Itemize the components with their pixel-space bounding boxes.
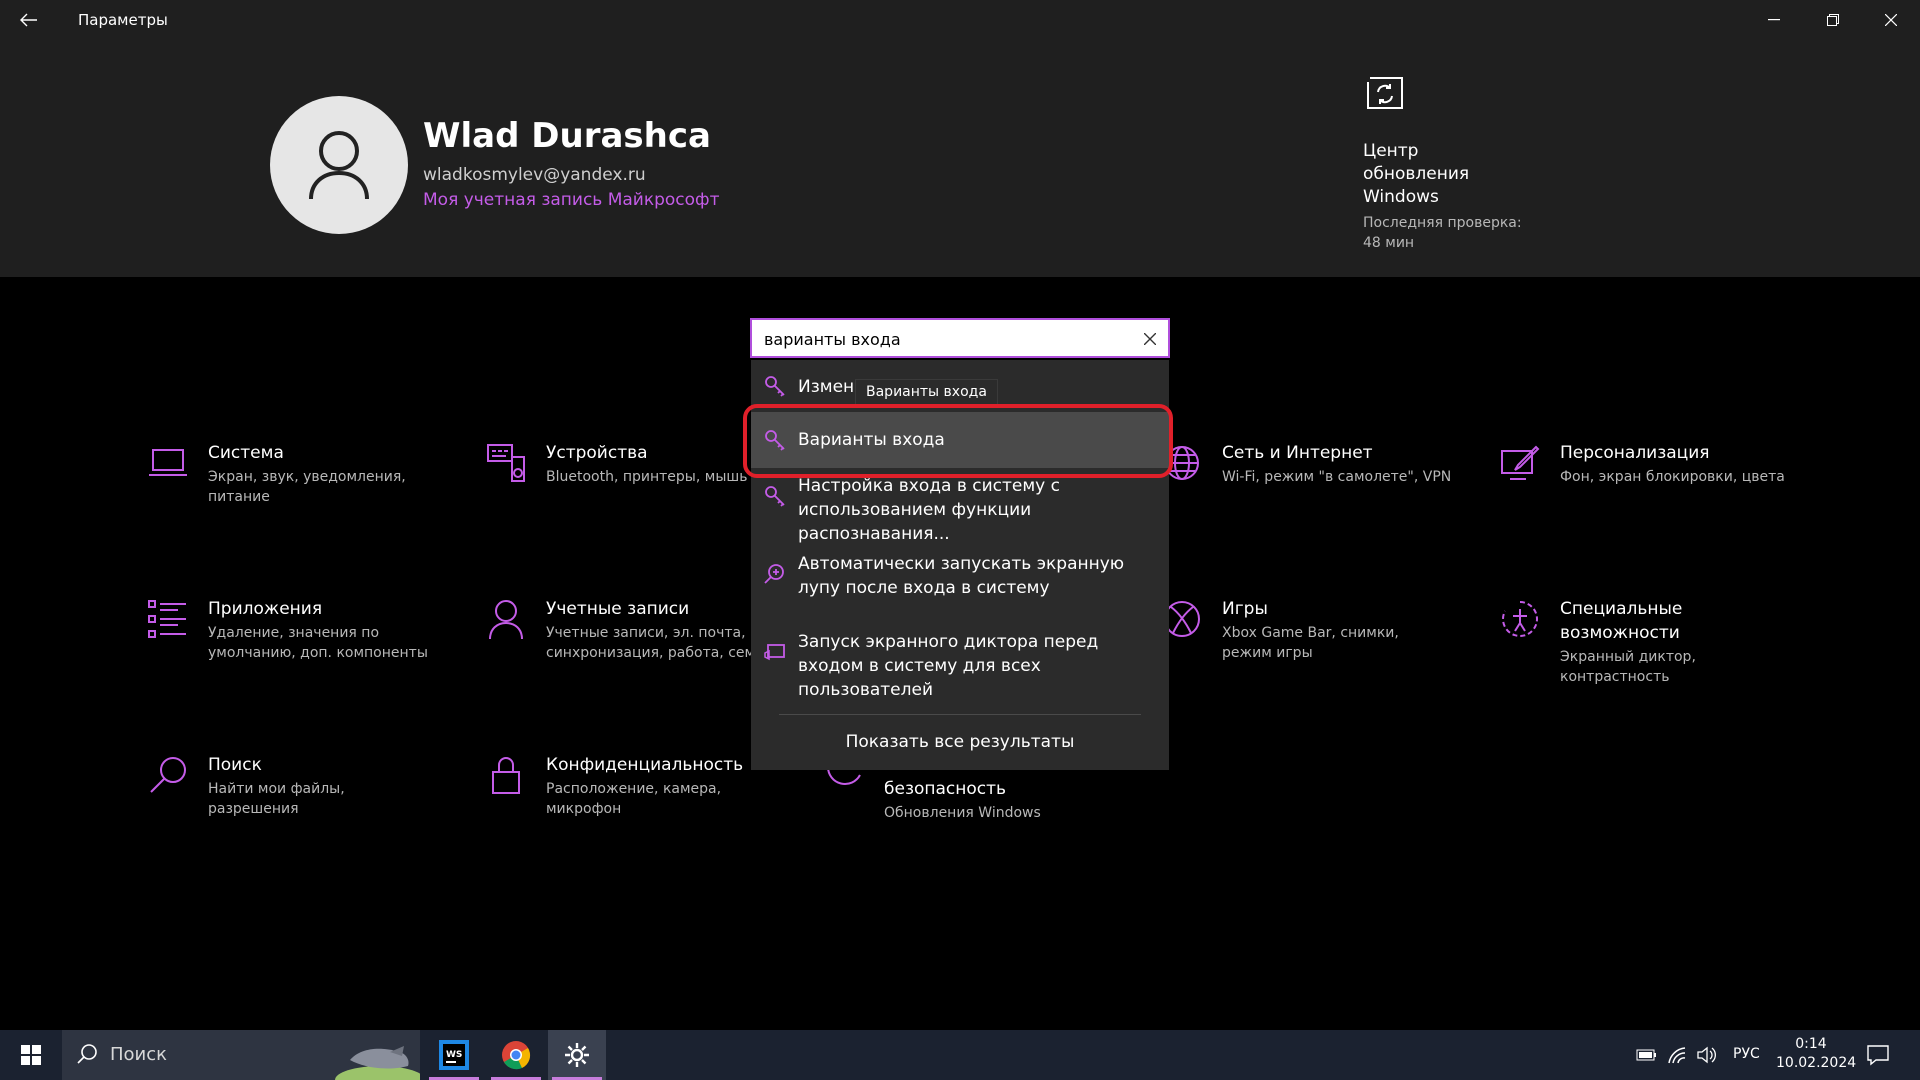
- clock-time: 0:14: [1795, 1036, 1827, 1052]
- taskbar-settings[interactable]: [548, 1030, 606, 1080]
- suggestion-text: Автоматически запускать экранную лупу по…: [798, 554, 1125, 598]
- tile-desc: Wi-Fi, режим "в самолете", VPN: [1222, 469, 1452, 485]
- lock-icon: [484, 753, 528, 797]
- taskbar-search-placeholder: Поиск: [110, 1044, 168, 1065]
- windows-update-subtitle: Последняя проверка: 48 мин: [1363, 215, 1522, 251]
- account-header: Wlad Durashca wladkosmylev@yandex.ru Моя…: [0, 40, 1920, 277]
- show-all-results-link[interactable]: Показать все результаты: [751, 732, 1169, 752]
- key-icon: [763, 374, 787, 398]
- magnifier-icon: [146, 753, 190, 797]
- tile-desc: Учетные записи, эл. почта, синхронизация…: [546, 625, 772, 661]
- tile-title: Приложения: [208, 599, 323, 619]
- back-arrow-icon: [20, 13, 37, 27]
- user-name: Wlad Durashca: [423, 116, 711, 156]
- person-icon: [484, 597, 528, 641]
- suggestion-item[interactable]: Запуск экранного диктора перед входом в …: [751, 622, 1169, 700]
- windows-update-title[interactable]: Центр обновления Windows: [1363, 140, 1523, 209]
- minimize-icon: [1768, 19, 1780, 21]
- wifi-icon[interactable]: [1666, 1044, 1688, 1066]
- start-button[interactable]: [0, 1030, 62, 1080]
- tile-title: Персонализация: [1560, 443, 1710, 463]
- laptop-icon: [146, 441, 190, 485]
- tile-title: Система: [208, 443, 284, 463]
- suggestion-text: Настройка входа в систему с использовани…: [798, 476, 1060, 544]
- clear-search-button[interactable]: [1140, 329, 1160, 349]
- taskbar-chrome[interactable]: [487, 1030, 545, 1080]
- language-indicator[interactable]: РУС: [1733, 1046, 1760, 1062]
- tile-title: Игры: [1222, 599, 1268, 619]
- tile-desc: Удаление, значения по умолчанию, доп. ко…: [208, 625, 428, 661]
- windows-update-icon[interactable]: [1364, 74, 1406, 120]
- search-icon: [77, 1044, 97, 1064]
- minimize-button[interactable]: [1745, 0, 1803, 40]
- notification-center-button[interactable]: [1866, 1043, 1890, 1071]
- user-email: wladkosmylev@yandex.ru: [423, 165, 646, 185]
- narrator-icon: [763, 640, 787, 664]
- windows-logo-icon: [21, 1045, 41, 1065]
- close-icon: [1144, 333, 1156, 345]
- tile-title: Конфиденциальность: [546, 755, 744, 775]
- search-input[interactable]: [764, 328, 1124, 350]
- close-button[interactable]: [1862, 0, 1920, 40]
- tile-title: Сеть и Интернет: [1222, 443, 1373, 463]
- tile-desc: Xbox Game Bar, снимки, режим игры: [1222, 625, 1399, 661]
- tile-title: безопасность: [884, 779, 1007, 799]
- tile-desc: Экранный диктор, контрастность: [1560, 649, 1696, 685]
- suggestion-item[interactable]: Автоматически запускать экранную лупу по…: [751, 544, 1169, 622]
- keyboard-speaker-icon: [484, 441, 528, 485]
- tile-title: Учетные записи: [546, 599, 690, 619]
- user-icon: [309, 131, 369, 200]
- suggestion-text: Изменить: [798, 377, 858, 397]
- tile-desc: Фон, экран блокировки, цвета: [1560, 469, 1785, 485]
- battery-icon[interactable]: [1636, 1044, 1658, 1066]
- tooltip: Варианты входа: [855, 379, 998, 405]
- notification-icon: [1867, 1045, 1889, 1066]
- divider: [779, 714, 1141, 715]
- svg-text:WS: WS: [446, 1050, 462, 1060]
- taskbar-webstorm[interactable]: WS: [425, 1030, 483, 1080]
- tile-title: Специальные возможности: [1560, 599, 1683, 643]
- title-bar: Параметры: [0, 0, 1920, 40]
- red-highlight-box: [743, 404, 1173, 478]
- apps-list-icon: [146, 597, 190, 641]
- back-button[interactable]: [0, 0, 58, 40]
- window-title: Параметры: [78, 11, 168, 29]
- ease-of-access-icon: [1498, 597, 1542, 641]
- search-highlight-illustration: [335, 1046, 420, 1080]
- gear-icon: [565, 1043, 589, 1067]
- chrome-icon: [502, 1041, 531, 1070]
- tile-desc: Обновления Windows: [884, 805, 1041, 821]
- suggestion-item[interactable]: Настройка входа в систему с использовани…: [751, 468, 1169, 544]
- tile-desc: Bluetooth, принтеры, мышь: [546, 469, 748, 485]
- microsoft-account-link[interactable]: Моя учетная запись Майкрософт: [423, 190, 720, 210]
- paint-monitor-icon: [1498, 441, 1542, 485]
- webstorm-icon: WS: [439, 1040, 469, 1070]
- volume-icon[interactable]: [1696, 1044, 1718, 1066]
- tile-desc: Расположение, камера, микрофон: [546, 781, 722, 817]
- magnifier-plus-icon: [763, 562, 787, 586]
- key-icon: [763, 484, 787, 508]
- suggestion-text: Запуск экранного диктора перед входом в …: [798, 632, 1099, 700]
- clock[interactable]: 0:14 10.02.2024: [1776, 1035, 1857, 1073]
- settings-search-box[interactable]: [750, 318, 1170, 358]
- restore-icon: [1827, 14, 1839, 26]
- avatar[interactable]: [270, 96, 408, 234]
- tile-title: Поиск: [208, 755, 262, 775]
- close-icon: [1885, 14, 1897, 26]
- restore-button[interactable]: [1804, 0, 1862, 40]
- tile-desc: Найти мои файлы, разрешения: [208, 781, 345, 817]
- clock-date: 10.02.2024: [1776, 1055, 1857, 1071]
- tile-desc: Экран, звук, уведомления, питание: [208, 469, 406, 505]
- taskbar-search[interactable]: Поиск: [62, 1030, 420, 1080]
- taskbar: Поиск WS РУС 0:14 10.02.2024: [0, 1030, 1920, 1080]
- tile-title: Устройства: [546, 443, 648, 463]
